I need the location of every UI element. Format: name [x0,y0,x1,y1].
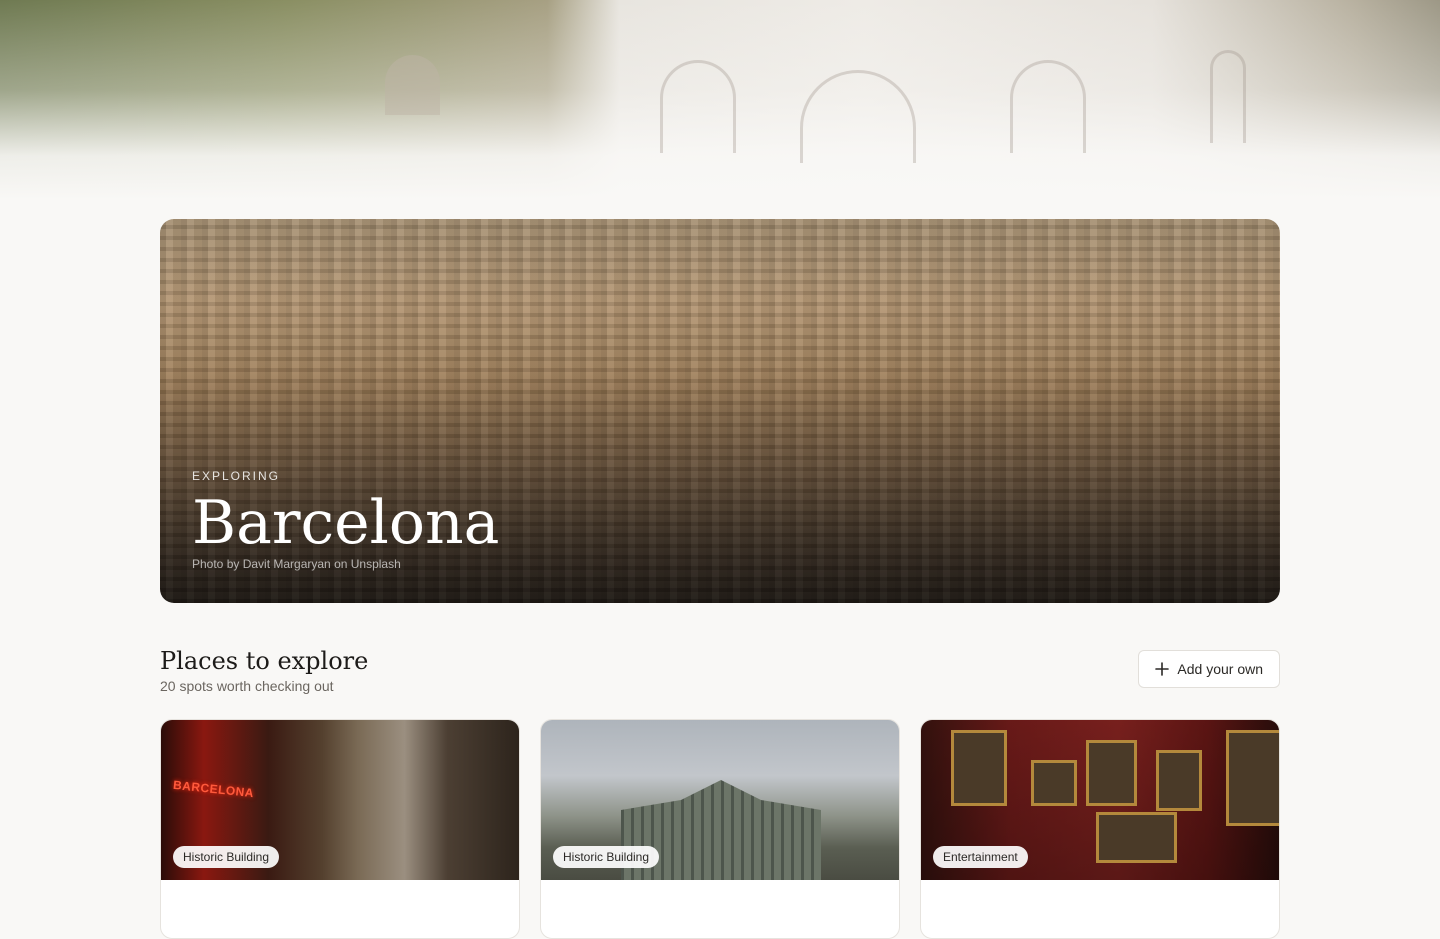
section-title: Places to explore [160,647,369,675]
places-header: Places to explore 20 spots worth checkin… [160,646,1280,694]
plus-icon [1155,662,1170,676]
dome-shape [385,55,440,115]
add-button-label: Add your own [1177,661,1263,677]
neon-sign: BARCELONA [172,777,255,801]
hero-content: EXPLORING Barcelona Photo by Davit Marga… [192,469,499,571]
cover-image [0,0,1440,200]
painting-frame [1226,730,1279,826]
arch-shape [660,60,736,153]
painting-frame [1086,740,1137,806]
painting-frame [1156,750,1202,811]
photo-credit[interactable]: Photo by Davit Margaryan on Unsplash [192,557,499,571]
place-card[interactable]: Entertainment [920,719,1280,939]
hero-banner: EXPLORING Barcelona Photo by Davit Marga… [160,219,1280,603]
place-image: Entertainment [921,720,1279,880]
category-tag: Historic Building [173,846,280,868]
category-tag: Historic Building [553,846,660,868]
places-grid: BARCELONA Historic Building Historic Bui… [160,719,1280,939]
hero-eyebrow: EXPLORING [192,469,281,483]
add-your-own-button[interactable]: Add your own [1138,650,1280,688]
arch-shape [1010,60,1086,153]
arch-shape [1210,50,1246,143]
hero-title: Barcelona [192,488,500,558]
section-subtitle: 20 spots worth checking out [160,678,334,694]
place-image: Historic Building [541,720,899,880]
painting-frame [1096,812,1177,863]
place-card[interactable]: BARCELONA Historic Building [160,719,520,939]
category-tag: Entertainment [933,846,1028,868]
arch-shape [800,70,916,163]
place-image: BARCELONA Historic Building [161,720,519,880]
painting-frame [1031,760,1077,806]
place-card[interactable]: Historic Building [540,719,900,939]
painting-frame [951,730,1007,806]
